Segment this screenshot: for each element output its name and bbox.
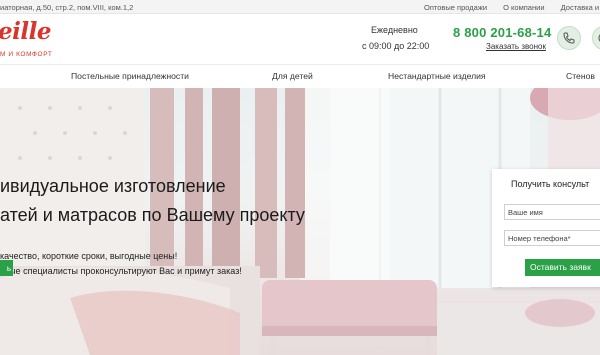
top-link-delivery[interactable]: Доставка и оплата: [561, 3, 600, 12]
hero-subtitle-line-2: тные специалисты проконсультируют Вас и …: [0, 266, 242, 276]
schedule-label: Ежедневно: [371, 25, 418, 35]
top-link-about[interactable]: О компании: [503, 3, 544, 12]
phone-icon[interactable]: [557, 26, 581, 50]
top-bar: иаторная, д.50, стр.2, пом.VIII, ком.1,2…: [0, 0, 600, 14]
header: eille М И КОМФОРТ Ежедневно с 09:00 до 2…: [0, 14, 600, 64]
schedule-hours: с 09:00 до 22:00: [362, 41, 430, 51]
callback-link[interactable]: Заказать звонок: [486, 42, 546, 51]
consultation-form: Получить консульт Ваше имя Номер телефон…: [492, 169, 600, 287]
hero-cta-button[interactable]: ь: [0, 260, 13, 276]
submit-button[interactable]: Оставить заявк: [525, 259, 600, 276]
hero-title-line-1: ивидуальное изготовление: [0, 176, 226, 196]
logo-tagline: М И КОМФОРТ: [0, 51, 53, 58]
phone-input[interactable]: Номер телефона*: [504, 230, 600, 246]
nav-item-kids[interactable]: Для детей: [272, 71, 313, 81]
hero-banner: ивидуальное изготовление атей и матрасов…: [0, 88, 600, 355]
top-links: Оптовые продажи О компании Доставка и оп…: [424, 3, 600, 12]
form-title: Получить консульт: [511, 179, 590, 189]
nav-item-wall[interactable]: Стенов: [566, 71, 595, 81]
phone-number[interactable]: 8 800 201-68-14: [453, 25, 551, 40]
main-nav: Постельные принадлежности Для детей Нест…: [0, 64, 600, 88]
hero-title-line-2: атей и матрасов по Вашему проекту: [0, 205, 305, 225]
nav-item-bedding[interactable]: Постельные принадлежности: [71, 71, 189, 81]
top-link-wholesale[interactable]: Оптовые продажи: [424, 3, 487, 12]
hero-subtitle-line-1: качество, короткие сроки, выгодные цены!: [0, 251, 178, 261]
nav-item-custom[interactable]: Нестандартные изделия: [388, 71, 486, 81]
name-input[interactable]: Ваше имя: [504, 204, 600, 220]
address-text: иаторная, д.50, стр.2, пом.VIII, ком.1,2: [0, 3, 134, 12]
whatsapp-icon[interactable]: [592, 26, 600, 50]
logo[interactable]: eille: [0, 18, 51, 45]
